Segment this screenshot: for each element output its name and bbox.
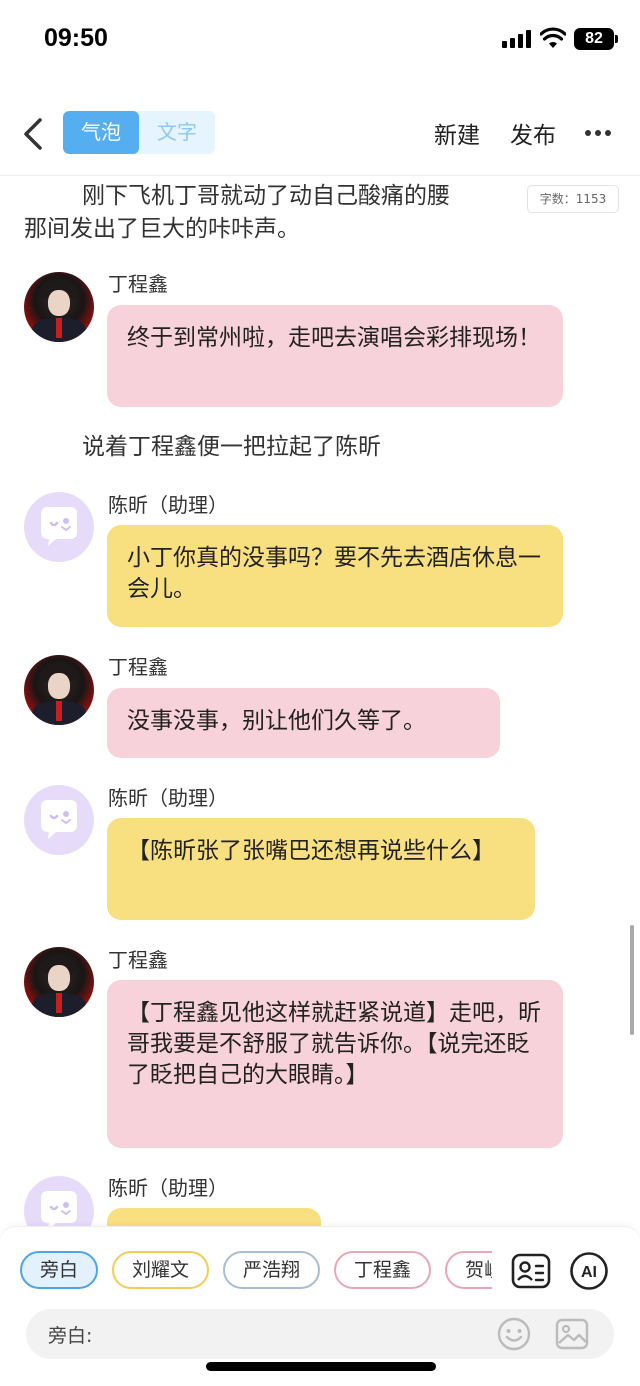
chat-bubble[interactable]: 终于到常州啦，走吧去演唱会彩排现场！ xyxy=(107,305,563,407)
status-time: 09:50 xyxy=(44,24,108,52)
chat-bubble[interactable]: 【丁程鑫见他这样就赶紧说道】走吧，昕哥我要是不舒服了就告诉你。【说完还眨了眨把自… xyxy=(107,980,563,1148)
chat-bubble-icon xyxy=(41,800,77,839)
assistant-avatar xyxy=(24,785,94,855)
role-chips: 旁白刘耀文严浩翔丁程鑫贺峻 xyxy=(20,1251,492,1291)
speaker-name: 丁程鑫 xyxy=(108,948,168,972)
speaker-name: 陈昕（助理） xyxy=(108,493,228,517)
role-chip[interactable]: 丁程鑫 xyxy=(334,1251,432,1289)
screen: 09:50 82 气泡 文字 新建 发布 刚下飞机丁哥就动了动自己酸痛的腰 那间… xyxy=(0,0,640,1386)
mode-switch: 气泡 文字 xyxy=(63,111,215,154)
avatar xyxy=(24,947,94,1017)
role-chip[interactable]: 贺峻 xyxy=(445,1251,492,1289)
chat-bubble[interactable]: 没事没事，别让他们久等了。 xyxy=(107,688,500,758)
signal-icon xyxy=(502,30,532,48)
role-chip[interactable]: 严浩翔 xyxy=(223,1251,321,1289)
role-chip-narration[interactable]: 旁白 xyxy=(20,1251,99,1289)
home-indicator[interactable] xyxy=(206,1362,436,1371)
message-input-bar: 旁白: xyxy=(26,1309,614,1359)
speaker-name: 陈昕（助理） xyxy=(108,786,228,810)
character-card-icon[interactable] xyxy=(511,1251,551,1291)
input-role-label: 旁白: xyxy=(48,1325,93,1347)
publish-button[interactable]: 发布 xyxy=(510,116,556,150)
mode-bubble-tab[interactable]: 气泡 xyxy=(63,111,139,154)
speaker-name: 陈昕（助理） xyxy=(108,1176,228,1200)
narration-text: 说着丁程鑫便一把拉起了陈昕 xyxy=(82,434,381,460)
back-icon[interactable] xyxy=(18,116,48,152)
chat-bubble-icon xyxy=(41,507,77,546)
chat-bubble[interactable]: 【陈昕张了张嘴巴还想再说些什么】 xyxy=(107,818,535,920)
role-chip[interactable]: 刘耀文 xyxy=(112,1251,210,1289)
narration-text: 刚下飞机丁哥就动了动自己酸痛的腰 xyxy=(82,183,450,209)
nav-bar: 气泡 文字 新建 发布 xyxy=(0,100,640,176)
narration-text: 那间发出了巨大的咔咔声。 xyxy=(24,216,300,242)
wifi-icon xyxy=(540,27,566,48)
status-bar: 09:50 82 xyxy=(0,0,640,80)
ai-label: AI xyxy=(581,1264,597,1281)
image-icon[interactable] xyxy=(554,1316,590,1352)
more-icon[interactable] xyxy=(585,130,613,138)
scrollbar[interactable] xyxy=(630,925,634,1035)
speaker-name: 丁程鑫 xyxy=(108,655,168,679)
assistant-avatar xyxy=(24,492,94,562)
speaker-name: 丁程鑫 xyxy=(108,272,168,296)
avatar xyxy=(24,272,94,342)
battery-icon: 82 xyxy=(574,28,618,50)
mode-text-tab[interactable]: 文字 xyxy=(139,111,215,154)
avatar xyxy=(24,655,94,725)
emoji-icon[interactable] xyxy=(496,1316,532,1352)
word-count-badge: 字数：1153 xyxy=(527,185,619,213)
chat-bubble[interactable]: 小丁你真的没事吗？要不先去酒店休息一会儿。 xyxy=(107,525,563,627)
message-input[interactable] xyxy=(106,1317,486,1351)
new-button[interactable]: 新建 xyxy=(434,116,480,150)
ai-icon[interactable]: AI xyxy=(569,1251,609,1291)
